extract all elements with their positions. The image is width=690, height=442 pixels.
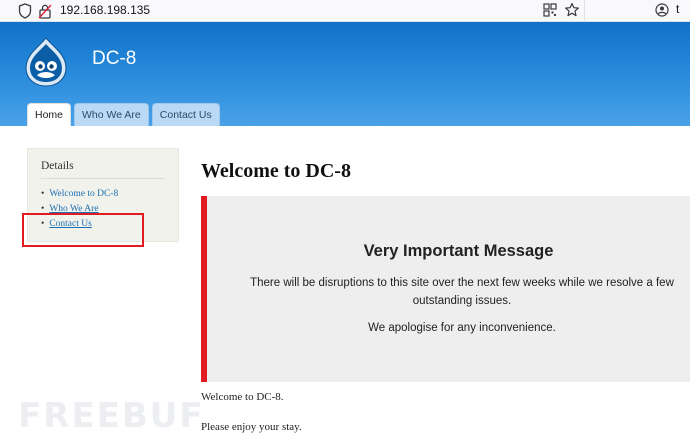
welcome-paragraph: Welcome to DC-8. xyxy=(201,391,284,403)
more-icon[interactable]: t xyxy=(676,2,679,16)
highlight-box xyxy=(22,213,144,247)
enjoy-paragraph: Please enjoy your stay. xyxy=(201,421,302,433)
browser-address-bar: 192.168.198.135 t xyxy=(0,0,690,22)
message-line-1: There will be disruptions to this site o… xyxy=(250,277,674,289)
sidebar-item-welcome[interactable]: • Welcome to DC-8 xyxy=(41,187,118,202)
lock-icon[interactable] xyxy=(38,3,52,19)
url-text[interactable]: 192.168.198.135 xyxy=(60,3,150,17)
shield-icon[interactable] xyxy=(18,3,32,19)
toolbar-separator xyxy=(584,0,585,22)
account-icon[interactable] xyxy=(655,3,669,17)
drupal-drop-icon[interactable] xyxy=(22,36,70,88)
sidebar-divider xyxy=(41,178,165,179)
site-name[interactable]: DC-8 xyxy=(92,48,136,70)
message-apology: We apologise for any inconvenience. xyxy=(368,322,556,334)
site-header: DC-8 Home Who We Are Contact Us xyxy=(0,22,690,126)
message-body: There will be disruptions to this site o… xyxy=(237,274,687,310)
watermark: FREEBUF xyxy=(18,396,205,436)
sidebar-item-label[interactable]: Welcome to DC-8 xyxy=(49,189,118,199)
page-title: Welcome to DC-8 xyxy=(201,160,351,182)
qr-code-icon[interactable] xyxy=(543,3,557,17)
bullet-icon: • xyxy=(41,189,45,199)
sidebar-title: Details xyxy=(41,160,74,172)
message-title: Very Important Message xyxy=(363,242,554,260)
tab-who-we-are[interactable]: Who We Are xyxy=(74,103,149,126)
tab-contact-us[interactable]: Contact Us xyxy=(151,103,220,126)
message-line-2: outstanding issues. xyxy=(412,295,512,307)
important-message-box: Very Important Message There will be dis… xyxy=(201,196,690,382)
tab-home[interactable]: Home xyxy=(27,103,72,126)
primary-tabs: Home Who We Are Contact Us xyxy=(27,103,220,126)
star-icon[interactable] xyxy=(564,2,580,18)
